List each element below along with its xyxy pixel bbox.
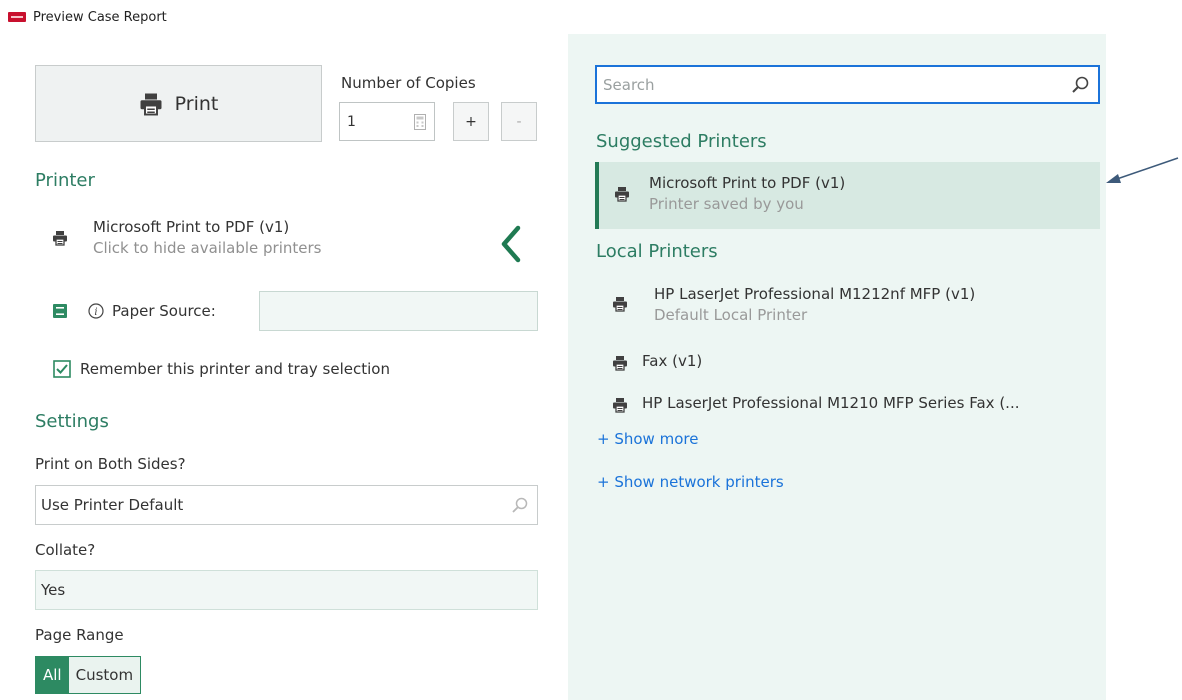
suggested-printers-heading: Suggested Printers: [596, 131, 767, 152]
printer-icon: [139, 92, 163, 116]
printer-icon: [612, 355, 628, 371]
local-printer-item[interactable]: Fax (v1): [612, 352, 702, 371]
annotation-arrow: [1106, 157, 1179, 183]
local-printer-item[interactable]: HP LaserJet Professional M1212nf MFP (v1…: [612, 285, 975, 324]
printer-subtitle: Printer saved by you: [649, 195, 804, 213]
both-sides-value: Use Printer Default: [41, 496, 184, 514]
both-sides-label: Print on Both Sides?: [35, 455, 186, 473]
local-printer-item[interactable]: HP LaserJet Professional M1210 MFP Serie…: [612, 394, 1019, 413]
page-range-label: Page Range: [35, 626, 124, 644]
tray-icon: [53, 304, 67, 318]
title-bar: Preview Case Report: [0, 0, 1182, 34]
printer-search-box[interactable]: [595, 65, 1100, 104]
remember-label: Remember this printer and tray selection: [80, 360, 390, 378]
selected-printer[interactable]: Microsoft Print to PDF (v1) Click to hid…: [52, 218, 321, 257]
paper-source-input[interactable]: [259, 291, 538, 331]
collate-label: Collate?: [35, 541, 96, 559]
printer-icon: [612, 296, 628, 312]
paper-source-row: i Paper Source:: [52, 291, 216, 331]
printer-name: Microsoft Print to PDF (v1): [649, 174, 846, 192]
remember-printer-checkbox[interactable]: Remember this printer and tray selection: [53, 360, 390, 378]
copies-input[interactable]: 1: [339, 102, 435, 141]
copies-value: 1: [347, 113, 356, 130]
page-range-toggle: All Custom: [35, 656, 142, 694]
window-title: Preview Case Report: [33, 9, 167, 25]
suggested-printer-item[interactable]: Microsoft Print to PDF (v1) Printer save…: [595, 162, 1100, 229]
printer-name: Fax (v1): [642, 352, 703, 370]
svg-text:i: i: [94, 307, 97, 318]
print-button[interactable]: Print: [35, 65, 322, 142]
chevron-left-icon[interactable]: [496, 224, 524, 264]
printer-search-input[interactable]: [603, 75, 1043, 94]
show-more-link[interactable]: + Show more: [597, 430, 698, 448]
app-logo: [8, 12, 26, 22]
search-icon: [512, 497, 528, 513]
print-button-label: Print: [174, 92, 219, 115]
copies-increment-button[interactable]: +: [453, 102, 489, 141]
collate-select[interactable]: Yes: [35, 570, 538, 610]
printer-icon: [52, 230, 68, 246]
selected-printer-hint: Click to hide available printers: [93, 239, 322, 257]
printer-subtitle: Default Local Printer: [654, 306, 808, 324]
page-range-custom-button[interactable]: Custom: [68, 657, 141, 693]
checkbox-checked-icon[interactable]: [53, 360, 71, 378]
printer-icon: [612, 397, 628, 413]
paper-source-label: Paper Source:: [112, 302, 216, 320]
page-range-all-button[interactable]: All: [36, 657, 69, 693]
search-icon[interactable]: [1070, 75, 1090, 95]
info-icon[interactable]: i: [88, 303, 104, 319]
show-network-printers-link[interactable]: + Show network printers: [597, 473, 784, 491]
settings-heading: Settings: [35, 411, 109, 432]
printer-icon: [614, 186, 630, 202]
copies-decrement-button[interactable]: -: [501, 102, 537, 141]
both-sides-select[interactable]: Use Printer Default: [35, 485, 538, 525]
printer-name: HP LaserJet Professional M1212nf MFP (v1…: [654, 285, 976, 303]
calculator-icon: [414, 113, 426, 130]
selected-printer-name: Microsoft Print to PDF (v1): [93, 218, 290, 236]
copies-label: Number of Copies: [341, 74, 476, 92]
printer-heading: Printer: [35, 170, 95, 191]
collate-value: Yes: [41, 581, 66, 599]
local-printers-heading: Local Printers: [596, 241, 718, 262]
printer-name: HP LaserJet Professional M1210 MFP Serie…: [642, 394, 1020, 412]
